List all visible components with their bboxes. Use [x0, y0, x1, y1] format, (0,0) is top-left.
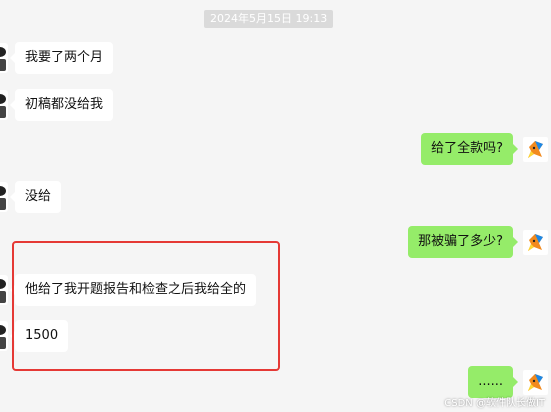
contact-avatar-icon[interactable]: [0, 43, 8, 73]
contact-avatar-icon[interactable]: [0, 182, 8, 212]
message-bubble[interactable]: 没给: [9, 181, 62, 213]
message-bubble[interactable]: 给了全款吗?: [421, 133, 518, 165]
chat-message-incoming: 我要了两个月: [0, 42, 114, 74]
message-bubble[interactable]: 我要了两个月: [9, 42, 114, 74]
message-bubble[interactable]: 那被骗了多少?: [408, 226, 518, 258]
chat-message-outgoing: 那被骗了多少?: [408, 226, 551, 258]
contact-avatar-icon[interactable]: [0, 321, 8, 351]
chat-message-incoming: 初稿都没给我: [0, 89, 114, 121]
chat-message-outgoing: 给了全款吗?: [421, 133, 551, 165]
contact-avatar-icon[interactable]: [0, 275, 8, 305]
watermark: CSDN @软件队长做IT: [444, 398, 545, 409]
contact-avatar-icon[interactable]: [0, 90, 8, 120]
fox-avatar-icon[interactable]: [522, 136, 549, 163]
message-bubble[interactable]: 初稿都没给我: [9, 89, 114, 121]
chat-timestamp: 2024年5月15日 19:13: [204, 10, 334, 28]
chat-message-incoming: 没给: [0, 181, 62, 213]
fox-avatar-icon[interactable]: [522, 229, 549, 256]
highlight-annotation-box: [12, 241, 280, 371]
fox-avatar-icon[interactable]: [522, 369, 549, 396]
